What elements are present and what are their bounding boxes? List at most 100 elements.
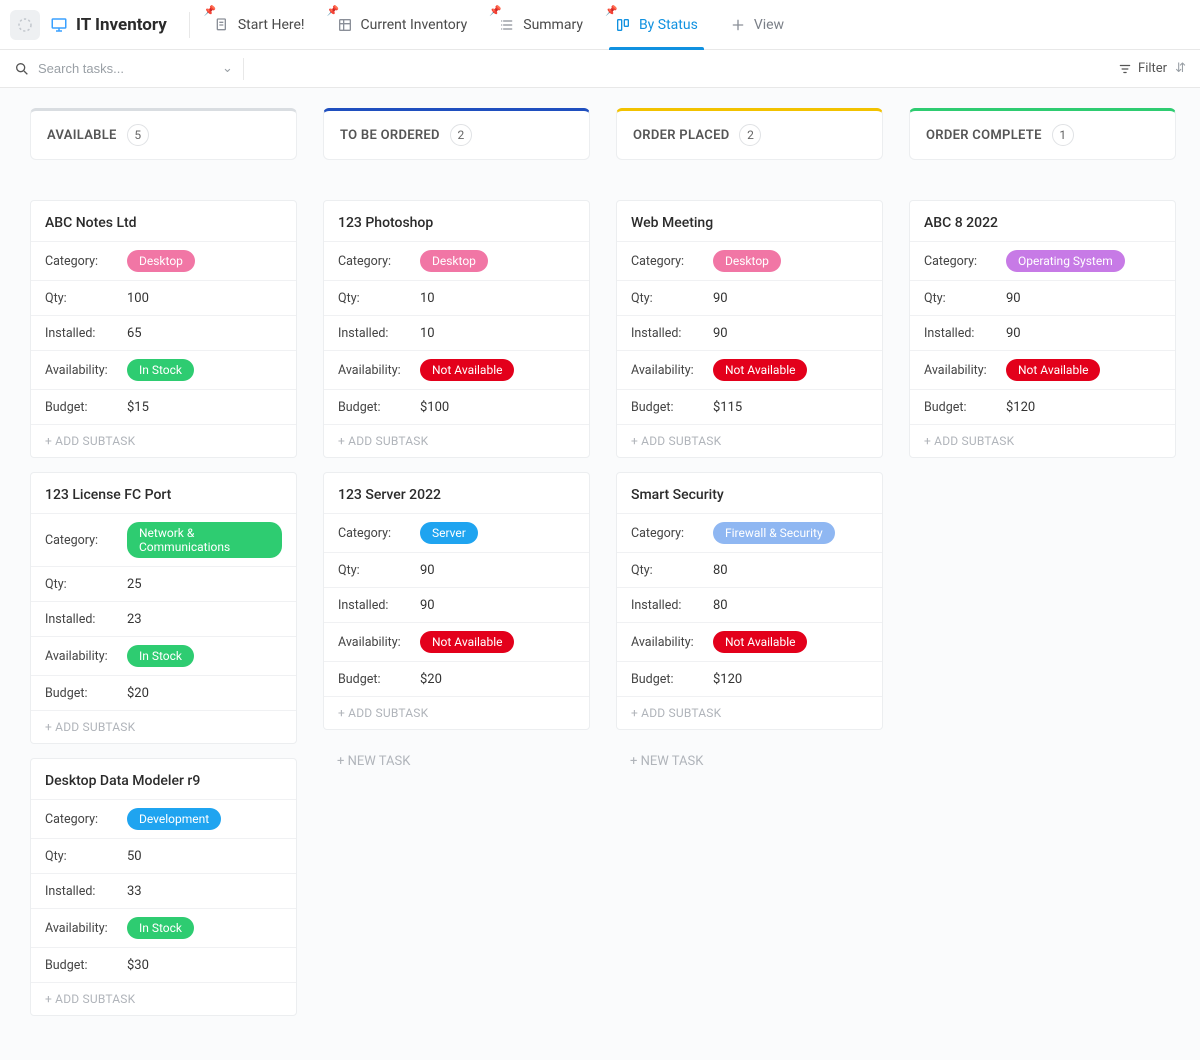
column-header[interactable]: TO BE ORDERED2: [323, 108, 590, 160]
qty-value: 90: [1006, 291, 1021, 306]
qty-value: 80: [713, 563, 728, 578]
card[interactable]: 123 Server 2022Category:ServerQty:90Inst…: [323, 472, 590, 730]
card[interactable]: Desktop Data Modeler r9Category:Developm…: [30, 758, 297, 1016]
installed-label: Installed:: [45, 884, 127, 899]
card-row-budget: Budget:$20: [31, 675, 296, 710]
card-row-budget: Budget:$100: [324, 389, 589, 424]
column-count: 5: [127, 124, 149, 146]
card-row-qty: Qty:100: [31, 280, 296, 315]
card[interactable]: ABC 8 2022Category:Operating SystemQty:9…: [909, 200, 1176, 458]
tab-label: Summary: [523, 17, 583, 33]
availability-pill: Not Available: [420, 631, 514, 653]
add-subtask-button[interactable]: + ADD SUBTASK: [617, 424, 882, 457]
pin-icon: 📌: [489, 6, 501, 17]
installed-label: Installed:: [338, 598, 420, 613]
card-row-budget: Budget:$120: [617, 661, 882, 696]
new-task-button[interactable]: + NEW TASK: [323, 744, 590, 779]
qty-value: 10: [420, 291, 435, 306]
add-subtask-button[interactable]: + ADD SUBTASK: [324, 696, 589, 729]
pin-icon: 📌: [327, 6, 339, 17]
category-label: Category:: [924, 254, 1006, 269]
budget-value: $20: [420, 672, 442, 687]
availability-pill: In Stock: [127, 917, 194, 939]
card[interactable]: Smart SecurityCategory:Firewall & Securi…: [616, 472, 883, 730]
installed-label: Installed:: [45, 326, 127, 341]
card-title: Desktop Data Modeler r9: [31, 759, 296, 799]
tabs: 📌Start Here!📌Current Inventory📌Summary📌B…: [198, 0, 800, 50]
card-row-installed: Installed:65: [31, 315, 296, 350]
installed-value: 90: [713, 326, 728, 341]
board-icon: [615, 17, 631, 33]
workspace-logo[interactable]: [10, 10, 40, 40]
app-title[interactable]: IT Inventory: [50, 15, 167, 35]
search-input[interactable]: [38, 61, 218, 76]
column-header[interactable]: AVAILABLE5: [30, 108, 297, 160]
availability-pill: Not Available: [420, 359, 514, 381]
card-row-budget: Budget:$120: [910, 389, 1175, 424]
card[interactable]: 123 PhotoshopCategory:DesktopQty:10Insta…: [323, 200, 590, 458]
tab-by-status[interactable]: 📌By Status: [599, 0, 714, 50]
add-subtask-button[interactable]: + ADD SUBTASK: [31, 710, 296, 743]
tab-label: By Status: [639, 17, 698, 33]
tab-current-inventory[interactable]: 📌Current Inventory: [321, 0, 484, 50]
chevron-down-icon[interactable]: ⌄: [222, 61, 233, 76]
filter-button[interactable]: Filter: [1118, 61, 1167, 76]
card-title: ABC 8 2022: [910, 201, 1175, 241]
column-count: 1: [1052, 124, 1074, 146]
budget-value: $30: [127, 958, 149, 973]
qty-label: Qty:: [45, 577, 127, 592]
card-row-category: Category:Desktop: [324, 241, 589, 280]
plus-icon: [730, 17, 746, 33]
installed-label: Installed:: [45, 612, 127, 627]
column-header[interactable]: ORDER COMPLETE 1: [909, 108, 1176, 160]
divider: [243, 58, 244, 80]
tab-label: Start Here!: [238, 17, 305, 33]
budget-value: $120: [1006, 400, 1035, 415]
add-subtask-button[interactable]: + ADD SUBTASK: [324, 424, 589, 457]
card[interactable]: ABC Notes LtdCategory:DesktopQty:100Inst…: [30, 200, 297, 458]
tab-summary[interactable]: 📌 Summary: [483, 0, 599, 50]
category-pill: Desktop: [713, 250, 781, 272]
installed-value: 65: [127, 326, 142, 341]
add-subtask-button[interactable]: + ADD SUBTASK: [617, 696, 882, 729]
qty-label: Qty:: [338, 563, 420, 578]
card-row-qty: Qty:50: [31, 838, 296, 873]
card-row-budget: Budget:$115: [617, 389, 882, 424]
card-row-availability: Availability:In Stock: [31, 636, 296, 675]
card-row-qty: Qty:80: [617, 552, 882, 587]
budget-value: $115: [713, 400, 742, 415]
qty-value: 25: [127, 577, 142, 592]
column-header[interactable]: ORDER PLACED2: [616, 108, 883, 160]
card-row-installed: Installed:33: [31, 873, 296, 908]
add-subtask-button[interactable]: + ADD SUBTASK: [31, 982, 296, 1015]
availability-pill: Not Available: [713, 359, 807, 381]
new-task-button[interactable]: + NEW TASK: [616, 744, 883, 779]
qty-value: 100: [127, 291, 149, 306]
card-title: 123 License FC Port: [31, 473, 296, 513]
card-title: 123 Photoshop: [324, 201, 589, 241]
installed-label: Installed:: [631, 598, 713, 613]
card-row-availability: Availability:Not Available: [617, 350, 882, 389]
budget-label: Budget:: [338, 400, 420, 415]
tab-view[interactable]: View: [714, 0, 800, 50]
qty-label: Qty:: [45, 849, 127, 864]
card-row-category: Category:Firewall & Security: [617, 513, 882, 552]
card-row-availability: Availability:Not Available: [324, 350, 589, 389]
card-row-budget: Budget:$15: [31, 389, 296, 424]
card-title: 123 Server 2022: [324, 473, 589, 513]
add-subtask-button[interactable]: + ADD SUBTASK: [31, 424, 296, 457]
card[interactable]: Web MeetingCategory:DesktopQty:90Install…: [616, 200, 883, 458]
category-label: Category:: [45, 533, 127, 548]
column-title: ORDER COMPLETE: [926, 128, 1042, 143]
budget-label: Budget:: [924, 400, 1006, 415]
expand-icon[interactable]: ⇵: [1175, 61, 1186, 76]
category-label: Category:: [631, 526, 713, 541]
app-title-text: IT Inventory: [76, 15, 167, 35]
card[interactable]: 123 License FC PortCategory:Network & Co…: [30, 472, 297, 744]
add-subtask-button[interactable]: + ADD SUBTASK: [910, 424, 1175, 457]
board: AVAILABLE5 ABC Notes LtdCategory:DesktopQ…: [0, 88, 1200, 1060]
card-row-installed: Installed:90: [910, 315, 1175, 350]
tab-start-here-[interactable]: 📌Start Here!: [198, 0, 321, 50]
budget-value: $20: [127, 686, 149, 701]
availability-label: Availability:: [338, 635, 420, 650]
